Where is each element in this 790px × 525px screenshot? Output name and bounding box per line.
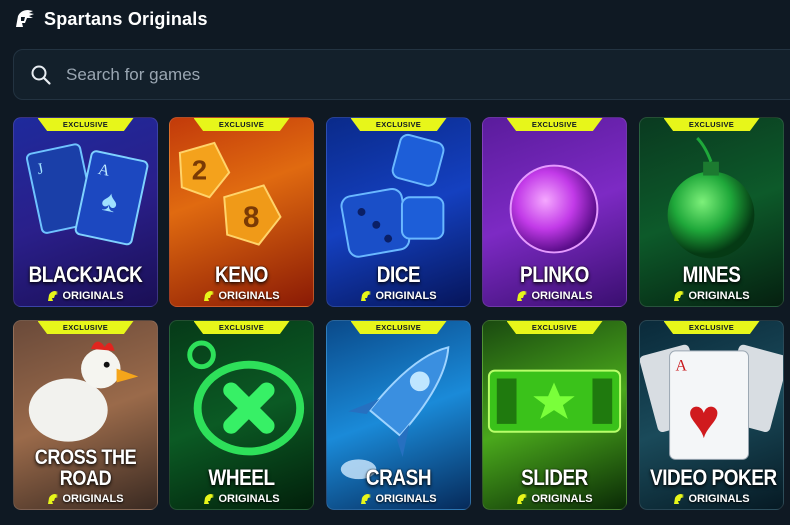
svg-text:A: A xyxy=(676,358,688,375)
exclusive-badge: EXCLUSIVE xyxy=(663,321,760,334)
game-title: BLACKJACK xyxy=(28,262,143,287)
svg-text:2: 2 xyxy=(192,154,207,185)
originals-label: ORIGINALS xyxy=(170,493,313,505)
search-bar[interactable] xyxy=(13,49,790,100)
game-title: PLINKO xyxy=(520,262,589,287)
originals-label: ORIGINALS xyxy=(327,290,470,302)
game-title: CROSS THE ROAD xyxy=(24,447,147,489)
originals-label: ORIGINALS xyxy=(483,290,626,302)
spartan-helmet-icon xyxy=(204,291,215,301)
game-card-slider[interactable]: EXCLUSIVE SLIDER ORIGINALS xyxy=(482,320,627,510)
game-title: DICE xyxy=(376,262,421,287)
game-title-line2: ROAD xyxy=(59,467,112,490)
game-title: VIDEO POKER xyxy=(650,465,777,490)
game-card-video-poker[interactable]: A ♥ EXCLUSIVE VIDEO POKER ORIGINALS xyxy=(639,320,784,510)
search-icon xyxy=(31,65,51,85)
game-card-dice[interactable]: EXCLUSIVE DICE ORIGINALS xyxy=(326,117,471,307)
spartan-helmet-icon xyxy=(361,291,372,301)
exclusive-badge: EXCLUSIVE xyxy=(37,118,134,131)
spartan-helmet-icon xyxy=(48,494,59,504)
exclusive-badge: EXCLUSIVE xyxy=(193,321,290,334)
game-card-blackjack[interactable]: J A ♠ EXCLUSIVE BLACKJACK ORIGINALS xyxy=(13,117,158,307)
page-title: Spartans Originals xyxy=(44,8,208,29)
exclusive-badge: EXCLUSIVE xyxy=(37,321,134,334)
originals-label: ORIGINALS xyxy=(640,290,783,302)
game-card-cross-the-road[interactable]: EXCLUSIVE CROSS THE ROAD ORIGINALS xyxy=(13,320,158,510)
game-title: SLIDER xyxy=(521,465,588,490)
game-card-mines[interactable]: EXCLUSIVE MINES ORIGINALS xyxy=(639,117,784,307)
spartan-helmet-logo-icon xyxy=(16,10,34,27)
game-title: CRASH xyxy=(365,465,432,490)
game-card-crash[interactable]: EXCLUSIVE CRASH ORIGINALS xyxy=(326,320,471,510)
game-card-wheel[interactable]: EXCLUSIVE WHEEL ORIGINALS xyxy=(169,320,314,510)
originals-label: ORIGINALS xyxy=(483,493,626,505)
spartan-helmet-icon xyxy=(674,291,685,301)
exclusive-badge: EXCLUSIVE xyxy=(506,321,603,334)
originals-label: ORIGINALS xyxy=(640,493,783,505)
game-title: KENO xyxy=(215,262,268,287)
svg-text:♥: ♥ xyxy=(687,388,720,450)
spartan-helmet-icon xyxy=(48,291,59,301)
exclusive-badge: EXCLUSIVE xyxy=(506,118,603,131)
exclusive-badge: EXCLUSIVE xyxy=(193,118,290,131)
header: Spartans Originals xyxy=(12,6,208,32)
exclusive-badge: EXCLUSIVE xyxy=(663,118,760,131)
exclusive-badge: EXCLUSIVE xyxy=(350,321,447,334)
spartan-helmet-icon xyxy=(674,494,685,504)
spartan-helmet-icon xyxy=(517,291,528,301)
game-title: WHEEL xyxy=(208,465,275,490)
originals-label: ORIGINALS xyxy=(14,493,157,505)
exclusive-badge: EXCLUSIVE xyxy=(350,118,447,131)
originals-label: ORIGINALS xyxy=(14,290,157,302)
game-card-keno[interactable]: 2 8 EXCLUSIVE KENO ORIGINALS xyxy=(169,117,314,307)
game-card-plinko[interactable]: EXCLUSIVE PLINKO ORIGINALS xyxy=(482,117,627,307)
spartan-helmet-icon xyxy=(361,494,372,504)
originals-label: ORIGINALS xyxy=(170,290,313,302)
game-title-line1: CROSS THE xyxy=(34,446,137,469)
originals-label: ORIGINALS xyxy=(327,493,470,505)
search-input[interactable] xyxy=(64,63,668,86)
svg-text:8: 8 xyxy=(243,201,259,234)
game-title: MINES xyxy=(682,262,741,287)
spartan-helmet-icon xyxy=(517,494,528,504)
spartan-helmet-icon xyxy=(204,494,215,504)
